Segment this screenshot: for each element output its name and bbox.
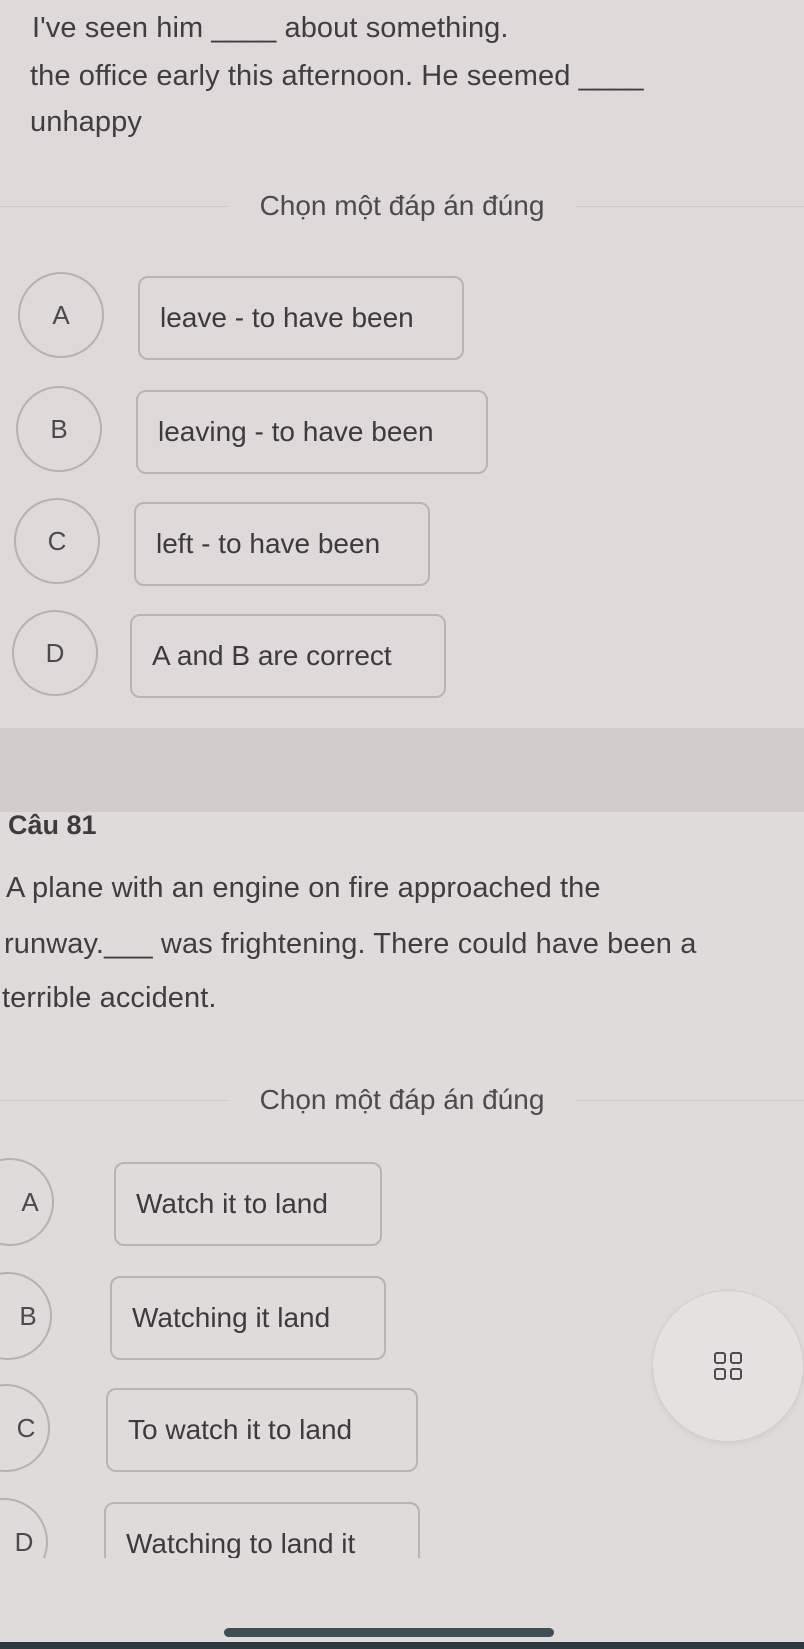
card-separator [0, 728, 804, 812]
option-text[interactable]: Watch it to land [114, 1162, 382, 1246]
option-text[interactable]: Watching it land [110, 1276, 386, 1360]
question-81-line-2: runway.___ was frightening. There could … [4, 928, 697, 960]
option-letter[interactable]: C [0, 1384, 50, 1472]
grid-menu-icon [714, 1352, 742, 1380]
home-indicator[interactable] [224, 1628, 554, 1637]
question-80-line-1: I've seen him ____ about something. [32, 12, 509, 44]
question-80-line-3: unhappy [30, 106, 142, 138]
option-letter[interactable]: C [14, 498, 100, 584]
grid-cell [730, 1368, 742, 1380]
option-text[interactable]: left - to have been [134, 502, 430, 586]
option-a[interactable]: A Watch it to land [0, 1158, 520, 1250]
divider-line-right [576, 205, 804, 207]
grid-cell [730, 1352, 742, 1364]
option-letter[interactable]: A [0, 1158, 54, 1246]
option-letter-text: B [19, 1300, 37, 1331]
divider-line-left [0, 1099, 228, 1101]
option-text[interactable]: To watch it to land [106, 1388, 418, 1472]
question-81-line-1: A plane with an engine on fire approache… [6, 872, 601, 904]
option-text[interactable]: A and B are correct [130, 614, 446, 698]
divider-line-right [576, 1099, 804, 1101]
question-81-line-3: terrible accident. [2, 982, 217, 1014]
answer-prompt: Chọn một đáp án đúng [259, 1084, 545, 1115]
option-letter-text: C [16, 1412, 36, 1443]
answer-prompt-divider: Chọn một đáp án đúng [0, 1080, 804, 1120]
grid-cell [714, 1352, 726, 1364]
divider-line-left [0, 205, 228, 207]
option-text[interactable]: leave - to have been [138, 276, 464, 360]
answer-prompt: Chọn một đáp án đúng [259, 190, 545, 221]
option-b[interactable]: B leaving - to have been [0, 386, 520, 478]
option-letter[interactable]: D [0, 1498, 48, 1558]
option-d[interactable]: D Watching to land it [0, 1498, 520, 1558]
answer-prompt-divider: Chọn một đáp án đúng [0, 186, 804, 226]
option-text[interactable]: Watching to land it [104, 1502, 420, 1558]
option-letter[interactable]: D [12, 610, 98, 696]
option-c[interactable]: C left - to have been [0, 498, 520, 590]
option-text[interactable]: leaving - to have been [136, 390, 488, 474]
option-c[interactable]: C To watch it to land [0, 1384, 520, 1476]
question-grid-button[interactable] [652, 1290, 804, 1442]
option-a[interactable]: A leave - to have been [0, 272, 520, 364]
option-letter-text: A [21, 1186, 39, 1217]
option-b[interactable]: B Watching it land [0, 1272, 520, 1364]
device-bezel [0, 1642, 804, 1649]
grid-cell [714, 1368, 726, 1380]
option-letter[interactable]: B [16, 386, 102, 472]
option-letter[interactable]: B [0, 1272, 52, 1360]
option-letter[interactable]: A [18, 272, 104, 358]
question-80-line-2: the office early this afternoon. He seem… [30, 60, 644, 92]
option-d[interactable]: D A and B are correct [0, 610, 520, 702]
question-81-title: Câu 81 [8, 810, 97, 840]
option-letter-text: D [14, 1526, 34, 1557]
